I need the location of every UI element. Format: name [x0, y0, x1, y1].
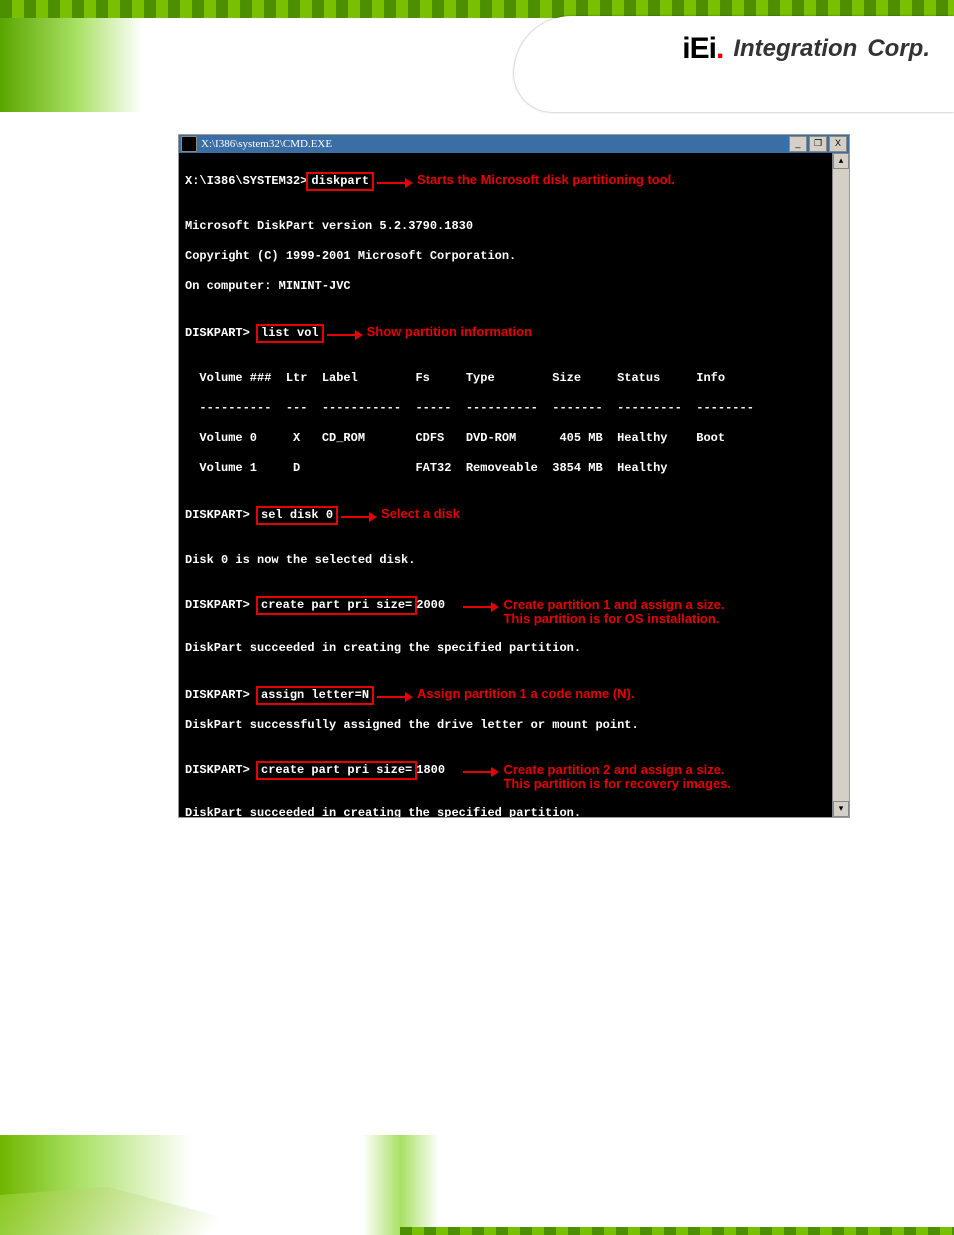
arrow-icon — [341, 512, 377, 522]
cmd-list-vol: list vol — [258, 326, 322, 341]
ann-create1: Create partition 1 and assign a size. Th… — [503, 598, 724, 626]
cmd-sel-disk: sel disk 0 — [258, 508, 336, 523]
cmd-icon — [181, 136, 197, 152]
cmd-body: ▴ ▾ X:\I386\SYSTEM32>diskpartStarts the … — [179, 153, 849, 817]
minimize-button[interactable]: _ — [789, 136, 807, 152]
close-button[interactable]: X — [829, 136, 847, 152]
out-dp-header2: Copyright (C) 1999-2001 Microsoft Corpor… — [185, 249, 827, 264]
ann-assign-n: Assign partition 1 a code name (N). — [417, 686, 634, 701]
out-dp-header1: Microsoft DiskPart version 5.2.3790.1830 — [185, 219, 827, 234]
top-curve — [514, 16, 954, 112]
page-top-decor: iEi. Integration Corp. — [0, 0, 954, 112]
ann-listvol: Show partition information — [367, 324, 532, 339]
bottom-stripe — [400, 1227, 954, 1235]
cmd-create-part-2: create part pri size= — [258, 763, 415, 778]
cmd-diskpart: diskpart — [308, 174, 372, 189]
out-dp-header3: On computer: MININT-JVC — [185, 279, 827, 294]
arrow-icon — [327, 330, 363, 340]
brand-block: iEi. Integration Corp. — [682, 34, 930, 64]
scrollbar[interactable]: ▴ ▾ — [832, 153, 849, 817]
brand-subtext: Corp. — [867, 37, 930, 61]
bottom-curve — [0, 1135, 430, 1235]
brand-text: Integration — [733, 37, 857, 61]
titlebar-path: X:\I386\system32\CMD.EXE — [201, 138, 332, 150]
out-create-ok-2: DiskPart succeeded in creating the speci… — [185, 806, 827, 817]
cmd-assign-n: assign letter=N — [258, 688, 372, 703]
ann-seldisk: Select a disk — [381, 506, 460, 521]
ann-diskpart: Starts the Microsoft disk partitioning t… — [417, 172, 675, 187]
out-assign-ok-1: DiskPart successfully assigned the drive… — [185, 718, 827, 733]
brand-logo: iEi. — [682, 34, 723, 64]
vol-table-header: Volume ### Ltr Label Fs Type Size Status… — [185, 371, 827, 386]
scroll-down-button[interactable]: ▾ — [833, 801, 849, 817]
vol-row-1: Volume 1 D FAT32 Removeable 3854 MB Heal… — [185, 461, 827, 476]
arrow-icon — [463, 602, 499, 612]
scroll-up-button[interactable]: ▴ — [833, 153, 849, 169]
arrow-icon — [377, 692, 413, 702]
out-create-ok-1: DiskPart succeeded in creating the speci… — [185, 641, 827, 656]
out-disk0-selected: Disk 0 is now the selected disk. — [185, 553, 827, 568]
maximize-button[interactable]: ❐ — [809, 136, 827, 152]
cmd-create-part-1: create part pri size= — [258, 598, 415, 613]
page-bottom-decor — [0, 1135, 954, 1235]
arrow-icon — [377, 178, 413, 188]
ann-create2: Create partition 2 and assign a size. Th… — [503, 763, 731, 791]
titlebar[interactable]: X:\I386\system32\CMD.EXE _ ❐ X — [179, 135, 849, 153]
arrow-icon — [463, 767, 499, 777]
vol-table-rule: ---------- --- ----------- ----- -------… — [185, 401, 827, 416]
console-output: X:\I386\SYSTEM32>diskpartStarts the Micr… — [179, 153, 833, 817]
cmd-window: X:\I386\system32\CMD.EXE _ ❐ X ▴ ▾ X:\I3… — [178, 134, 850, 818]
vol-row-0: Volume 0 X CD_ROM CDFS DVD-ROM 405 MB He… — [185, 431, 827, 446]
